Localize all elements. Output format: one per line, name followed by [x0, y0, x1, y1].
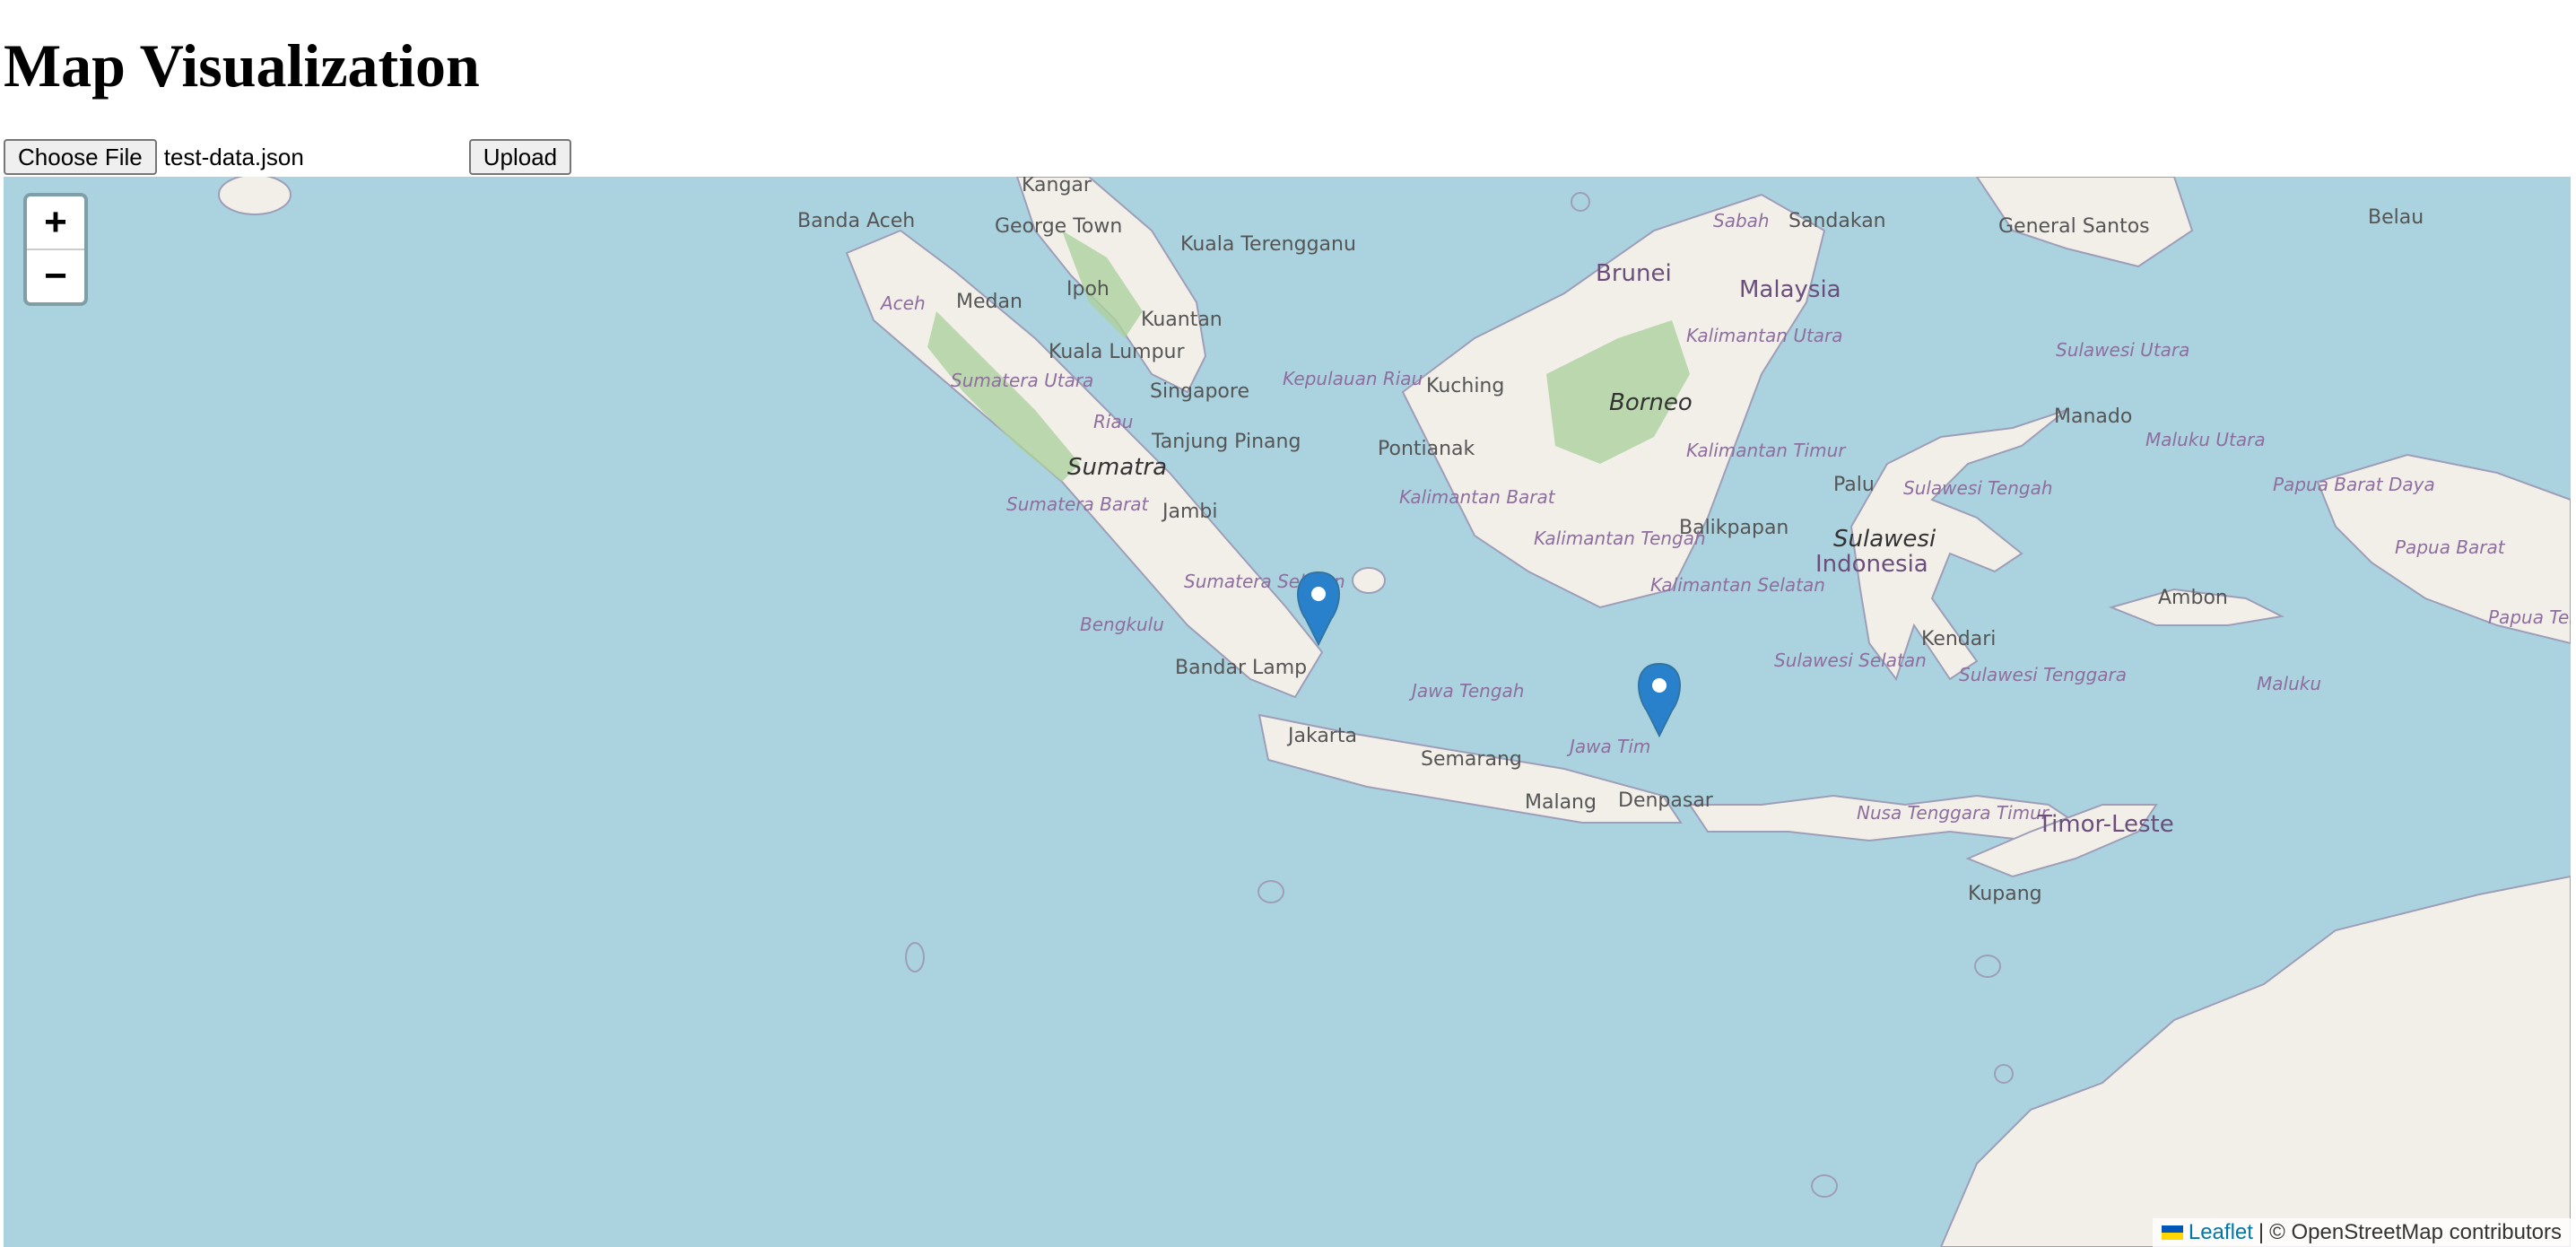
map-label: Kendari: [1921, 628, 1996, 650]
map-label: Kalimantan Tengah: [1534, 528, 1706, 549]
map-attribution: Leaflet | © OpenStreetMap contributors: [2152, 1218, 2571, 1247]
map-label: Ipoh: [1066, 278, 1110, 301]
map-label: Papua Barat: [2395, 536, 2506, 558]
map-label: Kupang: [1968, 883, 2042, 905]
map-label: Sulawesi Selatan: [1774, 650, 1927, 671]
map-label: Belau: [2368, 206, 2424, 229]
map-label: Sulawesi: [1833, 526, 1936, 553]
upload-button[interactable]: Upload: [468, 139, 572, 175]
ukraine-flag-icon: [2161, 1225, 2183, 1240]
map-label: Kalimantan Selatan: [1650, 574, 1825, 596]
map-label: Jakarta: [1286, 725, 1357, 747]
map-label: Pontianak: [1378, 438, 1475, 460]
map-label: Kalimantan Utara: [1686, 325, 1843, 346]
map-label: Kuching: [1426, 375, 1504, 397]
map-label: Palu: [1833, 474, 1875, 496]
map-label: Malang: [1525, 791, 1597, 814]
map-label: Indonesia: [1815, 551, 1928, 578]
map-label: Sumatera Barat: [1006, 493, 1150, 515]
map-label: Jambi: [1161, 501, 1217, 523]
map-label: Kepulauan Riau: [1283, 368, 1423, 389]
map-label: Maluku Utara: [2145, 429, 2266, 450]
map-label: Timor-Leste: [2037, 811, 2174, 838]
map-label: Sumatera Utara: [951, 370, 1093, 391]
file-upload-form: Choose File test-data.json Upload: [4, 138, 572, 176]
map-label: Kuala Terengganu: [1180, 233, 1356, 256]
leaflet-link[interactable]: Leaflet: [2189, 1220, 2253, 1245]
map-label: Kalimantan Barat: [1399, 486, 1556, 508]
map-label: General Santos: [1998, 215, 2150, 238]
map-label: Maluku: [2257, 673, 2321, 694]
map-label: Sulawesi Utara: [2056, 339, 2189, 361]
map-label: Nusa Tenggara Timur: [1857, 802, 2050, 824]
map-label: Sulawesi Tenggara: [1959, 664, 2127, 685]
map-label: Tanjung Pinang: [1151, 431, 1301, 453]
map-label: Riau: [1093, 411, 1133, 432]
map-label: Kangar: [1022, 177, 1092, 196]
map-label: George Town: [995, 215, 1122, 238]
selected-file-name: test-data.json: [163, 143, 304, 170]
map-label: Jawa Tim: [1566, 736, 1650, 757]
map-label: Sabah: [1713, 210, 1770, 231]
map-label: Bengkulu: [1080, 614, 1164, 635]
map-label: Medan: [956, 291, 1023, 313]
choose-file-button[interactable]: Choose File: [4, 139, 157, 175]
map-label: Kuantan: [1141, 309, 1223, 331]
map-label: Jawa Tengah: [1408, 680, 1524, 702]
zoom-out-button[interactable]: −: [27, 250, 84, 302]
map-label: Kuala Lumpur: [1049, 341, 1185, 363]
map-container[interactable]: Kangar Banda Aceh George Town Kuala Tere…: [4, 177, 2571, 1247]
island: [218, 177, 292, 215]
map-label: Sumatra: [1067, 454, 1167, 481]
island: [1352, 567, 1386, 594]
map-label: Malaysia: [1739, 276, 1841, 303]
map-label: Manado: [2054, 405, 2132, 428]
map-label: Papua Barat Daya: [2273, 474, 2435, 495]
osm-attribution-text: © OpenStreetMap contributors: [2269, 1220, 2562, 1244]
map-label: Denpasar: [1618, 789, 1714, 812]
map-label: Papua Ten: [2488, 606, 2571, 628]
map-label: Sandakan: [1788, 210, 1886, 232]
map-label: Bandar Lamp: [1175, 657, 1307, 679]
map-tiles[interactable]: Kangar Banda Aceh George Town Kuala Tere…: [4, 177, 2571, 1247]
attribution-separator: |: [2258, 1220, 2265, 1244]
map-label: Ambon: [2158, 587, 2228, 609]
map-label: Brunei: [1596, 260, 1672, 287]
map-label: Borneo: [1609, 389, 1693, 416]
page-title: Map Visualization: [4, 31, 480, 100]
zoom-in-button[interactable]: +: [27, 196, 84, 250]
map-label: Banda Aceh: [797, 210, 915, 232]
map-label: Kalimantan Timur: [1686, 440, 1847, 461]
zoom-control: + −: [23, 193, 88, 306]
map-label: Sulawesi Tengah: [1903, 477, 2053, 499]
map-label: Semarang: [1421, 748, 1522, 771]
map-label: Aceh: [879, 292, 926, 314]
map-label: Singapore: [1150, 380, 1249, 403]
